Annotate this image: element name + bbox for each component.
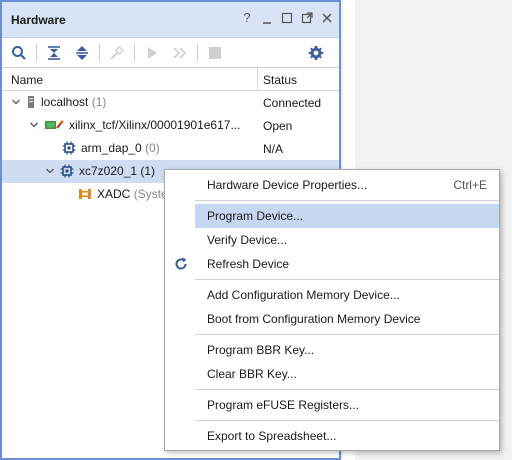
chevron-down-icon[interactable] — [11, 97, 21, 107]
tree-node-status: Open — [263, 119, 293, 133]
menu-item-label: Refresh Device — [207, 257, 290, 271]
chip-icon — [62, 141, 76, 155]
column-status-header[interactable]: Status — [263, 73, 297, 87]
menu-item-label: Hardware Device Properties... — [207, 178, 368, 192]
menu-item-clear-bbr-key[interactable]: Clear BBR Key... — [195, 362, 499, 386]
menu-item-program-bbr-key[interactable]: Program BBR Key... — [195, 338, 499, 362]
jtag-cable-icon — [44, 119, 64, 131]
tree-node-count: (1) — [140, 164, 156, 178]
menu-item-device-properties[interactable]: Hardware Device Properties... Ctrl+E — [195, 173, 499, 197]
menu-item-shortcut: Ctrl+E — [453, 178, 487, 192]
tree-row-arm-dap[interactable]: arm_dap_0 (0) N/A — [2, 137, 339, 160]
menu-item-refresh-device[interactable]: Refresh Device — [175, 252, 499, 276]
menu-separator — [195, 420, 499, 421]
hardware-toolbar — [2, 38, 339, 68]
tree-node-status: N/A — [263, 142, 284, 156]
tree-node-label: xilinx_tcf/Xilinx/00001901e617... — [69, 118, 241, 132]
panel-title: Hardware — [11, 13, 66, 27]
menu-item-add-config-memory[interactable]: Add Configuration Memory Device... — [195, 283, 499, 307]
tree-column-header: Name Status — [2, 68, 339, 91]
xadc-icon — [78, 187, 92, 201]
server-icon — [26, 95, 36, 109]
tree-row-localhost[interactable]: localhost (1) Connected — [2, 91, 339, 114]
menu-item-label: Add Configuration Memory Device... — [207, 288, 400, 302]
menu-item-program-efuse[interactable]: Program eFUSE Registers... — [195, 393, 499, 417]
tree-node-count: (Syste — [133, 187, 168, 201]
menu-item-label: Verify Device... — [207, 233, 288, 247]
menu-separator — [195, 334, 499, 335]
toolbar-separator — [36, 43, 37, 62]
close-icon[interactable] — [321, 11, 333, 25]
column-name-header[interactable]: Name — [11, 73, 43, 87]
collapse-all-icon[interactable] — [43, 42, 65, 64]
tree-node-label: arm_dap_0 — [81, 141, 142, 155]
stop-icon[interactable] — [204, 42, 226, 64]
menu-item-label: Export to Spreadsheet... — [207, 429, 337, 443]
tree-node-label: XADC — [97, 187, 131, 201]
search-icon[interactable] — [8, 42, 30, 64]
toolbar-separator — [134, 43, 135, 62]
menu-item-boot-config-memory[interactable]: Boot from Configuration Memory Device — [195, 307, 499, 331]
tree-node-count: (1) — [91, 95, 107, 109]
run-icon[interactable] — [141, 42, 163, 64]
step-icon[interactable] — [169, 42, 191, 64]
tree-row-target[interactable]: xilinx_tcf/Xilinx/00001901e617... Open — [2, 114, 339, 137]
tree-node-label: xc7z020_1 — [79, 164, 138, 178]
toolbar-separator — [197, 43, 198, 62]
menu-separator — [195, 279, 499, 280]
tree-node-status: Connected — [263, 96, 322, 110]
settings-icon[interactable] — [305, 42, 327, 64]
tree-node-count: (0) — [145, 141, 160, 155]
column-divider[interactable] — [257, 68, 258, 90]
menu-item-label: Program Device... — [207, 209, 304, 223]
refresh-icon — [173, 256, 189, 275]
chevron-down-icon[interactable] — [45, 166, 55, 176]
menu-item-verify-device[interactable]: Verify Device... — [195, 228, 499, 252]
context-menu: Hardware Device Properties... Ctrl+E Pro… — [164, 169, 500, 451]
float-icon[interactable] — [301, 11, 313, 25]
auto-connect-icon[interactable] — [106, 42, 128, 64]
maximize-icon[interactable] — [281, 11, 293, 25]
help-icon[interactable]: ? — [241, 11, 253, 25]
menu-separator — [195, 389, 499, 390]
menu-item-label: Clear BBR Key... — [207, 367, 297, 381]
menu-item-program-device[interactable]: Program Device... — [195, 204, 499, 228]
panel-titlebar: Hardware ? — [2, 2, 339, 38]
menu-item-label: Boot from Configuration Memory Device — [207, 312, 421, 326]
chip-icon — [60, 164, 74, 178]
menu-item-label: Program eFUSE Registers... — [207, 398, 360, 412]
chevron-down-icon[interactable] — [29, 120, 39, 130]
menu-item-label: Program BBR Key... — [207, 343, 315, 357]
toolbar-separator — [99, 43, 100, 62]
menu-item-export-spreadsheet[interactable]: Export to Spreadsheet... — [195, 424, 499, 448]
expand-all-icon[interactable] — [71, 42, 93, 64]
tree-node-label: localhost — [41, 95, 89, 109]
menu-separator — [195, 200, 499, 201]
minimize-icon[interactable] — [261, 11, 273, 25]
